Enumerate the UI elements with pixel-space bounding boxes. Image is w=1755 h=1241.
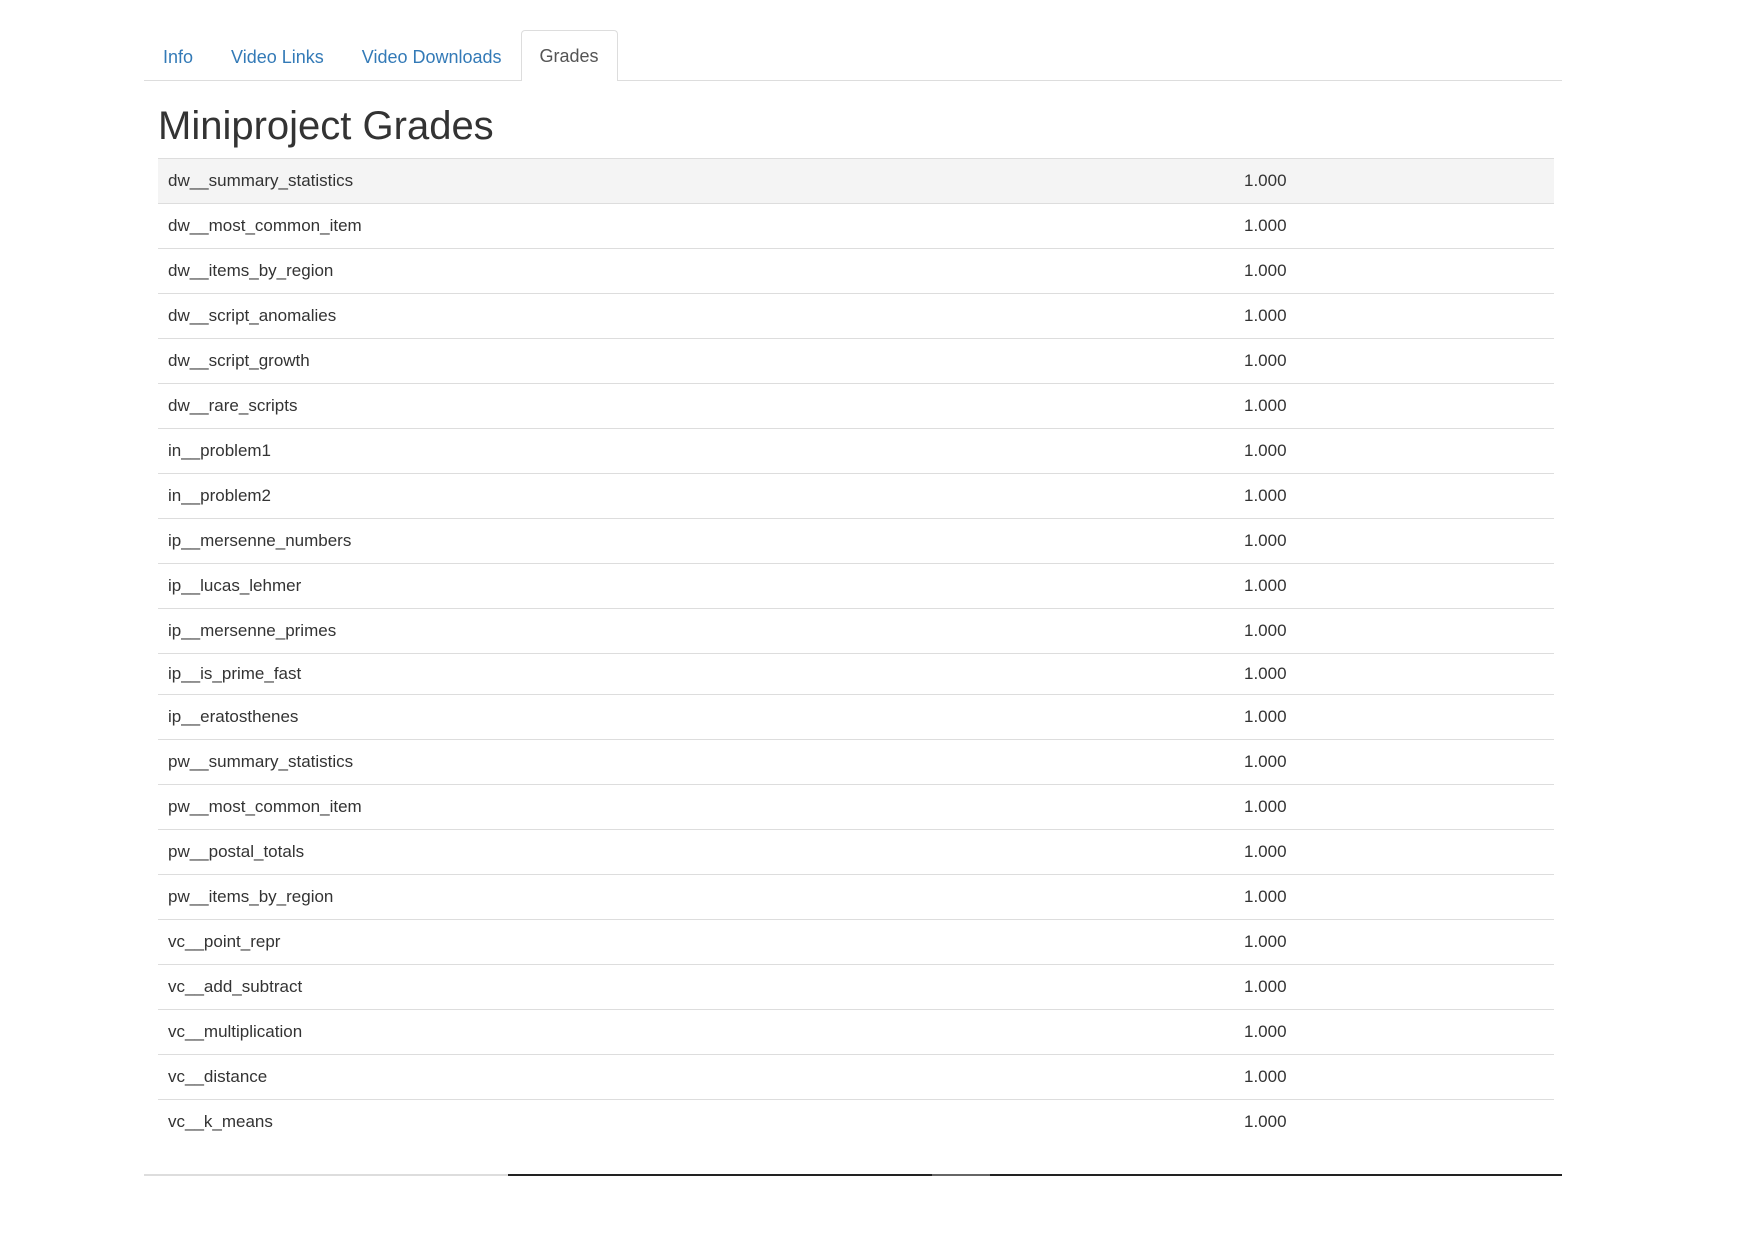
grade-item-name: dw__script_growth <box>168 351 310 370</box>
grade-item-name: pw__items_by_region <box>168 887 334 906</box>
grade-item-name: vc__multiplication <box>168 1022 303 1041</box>
grade-item-name: pw__summary_statistics <box>168 752 354 771</box>
grade-item-name: dw__items_by_region <box>168 261 334 280</box>
grade-item-name: ip__lucas_lehmer <box>168 576 302 595</box>
table-row: pw__most_common_item 1.000 <box>158 784 1554 830</box>
grade-item-score: 1.000 <box>1244 576 1287 595</box>
tab-grades[interactable]: Grades <box>520 30 618 81</box>
grade-item-score: 1.000 <box>1244 797 1287 816</box>
grade-item-score: 1.000 <box>1244 396 1287 415</box>
grades-table: dw__summary_statistics 1.000 dw__most_comm… <box>158 158 1554 1144</box>
table-row: dw__script_growth 1.000 <box>158 338 1554 384</box>
table-row: in__problem1 1.000 <box>158 428 1554 474</box>
grade-item-score: 1.000 <box>1244 664 1287 683</box>
table-row: vc__distance 1.000 <box>158 1054 1554 1100</box>
grade-item-name: in__problem1 <box>168 441 272 460</box>
table-row: pw__summary_statistics 1.000 <box>158 739 1554 785</box>
grade-item-name: dw__summary_statistics <box>168 171 354 190</box>
table-row: ip__lucas_lehmer 1.000 <box>158 563 1554 609</box>
tab-info[interactable]: Info <box>144 31 212 81</box>
bottom-divider-light-segment <box>932 1174 990 1176</box>
table-row: vc__add_subtract 1.000 <box>158 964 1554 1010</box>
grade-item-name: dw__script_anomalies <box>168 306 337 325</box>
tab-bar: Info Video Links Video Downloads Grades <box>144 30 1562 81</box>
table-row: dw__items_by_region 1.000 <box>158 248 1554 294</box>
grades-table-body: dw__summary_statistics 1.000 dw__most_comm… <box>158 158 1554 1145</box>
grade-item-name: vc__point_repr <box>168 932 281 951</box>
grade-item-name: in__problem2 <box>168 486 272 505</box>
grade-item-score: 1.000 <box>1244 351 1287 370</box>
grade-item-score: 1.000 <box>1244 887 1287 906</box>
main-container: Info Video Links Video Downloads Grades … <box>144 30 1562 1144</box>
table-row: ip__mersenne_primes 1.000 <box>158 608 1554 654</box>
grade-item-name: dw__most_common_item <box>168 216 362 235</box>
grade-item-name: ip__mersenne_numbers <box>168 531 352 550</box>
grade-item-name: vc__distance <box>168 1067 268 1086</box>
table-row: ip__is_prime_fast 1.000 <box>158 653 1554 695</box>
grade-item-name: pw__postal_totals <box>168 842 305 861</box>
table-row: vc__k_means 1.000 <box>158 1099 1554 1145</box>
bottom-divider <box>144 1174 1562 1176</box>
grade-item-score: 1.000 <box>1244 752 1287 771</box>
grade-item-name: dw__rare_scripts <box>168 396 298 415</box>
page-title: Miniproject Grades <box>158 104 494 148</box>
grade-item-score: 1.000 <box>1244 932 1287 951</box>
grade-item-score: 1.000 <box>1244 531 1287 550</box>
grade-item-name: ip__eratosthenes <box>168 707 299 726</box>
tab-video-downloads[interactable]: Video Downloads <box>343 31 521 81</box>
table-row: in__problem2 1.000 <box>158 473 1554 519</box>
grade-item-name: vc__add_subtract <box>168 977 303 996</box>
table-row: dw__rare_scripts 1.000 <box>158 383 1554 429</box>
grade-item-score: 1.000 <box>1244 1112 1287 1131</box>
grade-item-score: 1.000 <box>1244 306 1287 325</box>
grade-item-name: vc__k_means <box>168 1112 273 1131</box>
grade-item-score: 1.000 <box>1244 216 1287 235</box>
grade-item-name: ip__mersenne_primes <box>168 621 337 640</box>
grade-item-name: ip__is_prime_fast <box>168 664 302 683</box>
table-row: vc__multiplication 1.000 <box>158 1009 1554 1055</box>
grade-item-score: 1.000 <box>1244 171 1287 190</box>
table-row: pw__postal_totals 1.000 <box>158 829 1554 875</box>
table-row: ip__eratosthenes 1.000 <box>158 694 1554 740</box>
grade-item-score: 1.000 <box>1244 707 1287 726</box>
table-row: dw__most_common_item 1.000 <box>158 203 1554 249</box>
grade-item-name: pw__most_common_item <box>168 797 362 816</box>
grade-item-score: 1.000 <box>1244 441 1287 460</box>
table-row: dw__summary_statistics 1.000 <box>158 158 1554 204</box>
grade-item-score: 1.000 <box>1244 977 1287 996</box>
table-row: vc__point_repr 1.000 <box>158 919 1554 965</box>
grade-item-score: 1.000 <box>1244 1067 1287 1086</box>
grade-item-score: 1.000 <box>1244 486 1287 505</box>
grade-item-score: 1.000 <box>1244 261 1287 280</box>
tab-video-links[interactable]: Video Links <box>212 31 343 81</box>
table-row: pw__items_by_region 1.000 <box>158 874 1554 920</box>
bottom-divider-dark-segment <box>508 1174 1562 1176</box>
grade-item-score: 1.000 <box>1244 621 1287 640</box>
table-row: ip__mersenne_numbers 1.000 <box>158 518 1554 564</box>
grade-item-score: 1.000 <box>1244 842 1287 861</box>
grade-item-score: 1.000 <box>1244 1022 1287 1041</box>
table-row: dw__script_anomalies 1.000 <box>158 293 1554 339</box>
